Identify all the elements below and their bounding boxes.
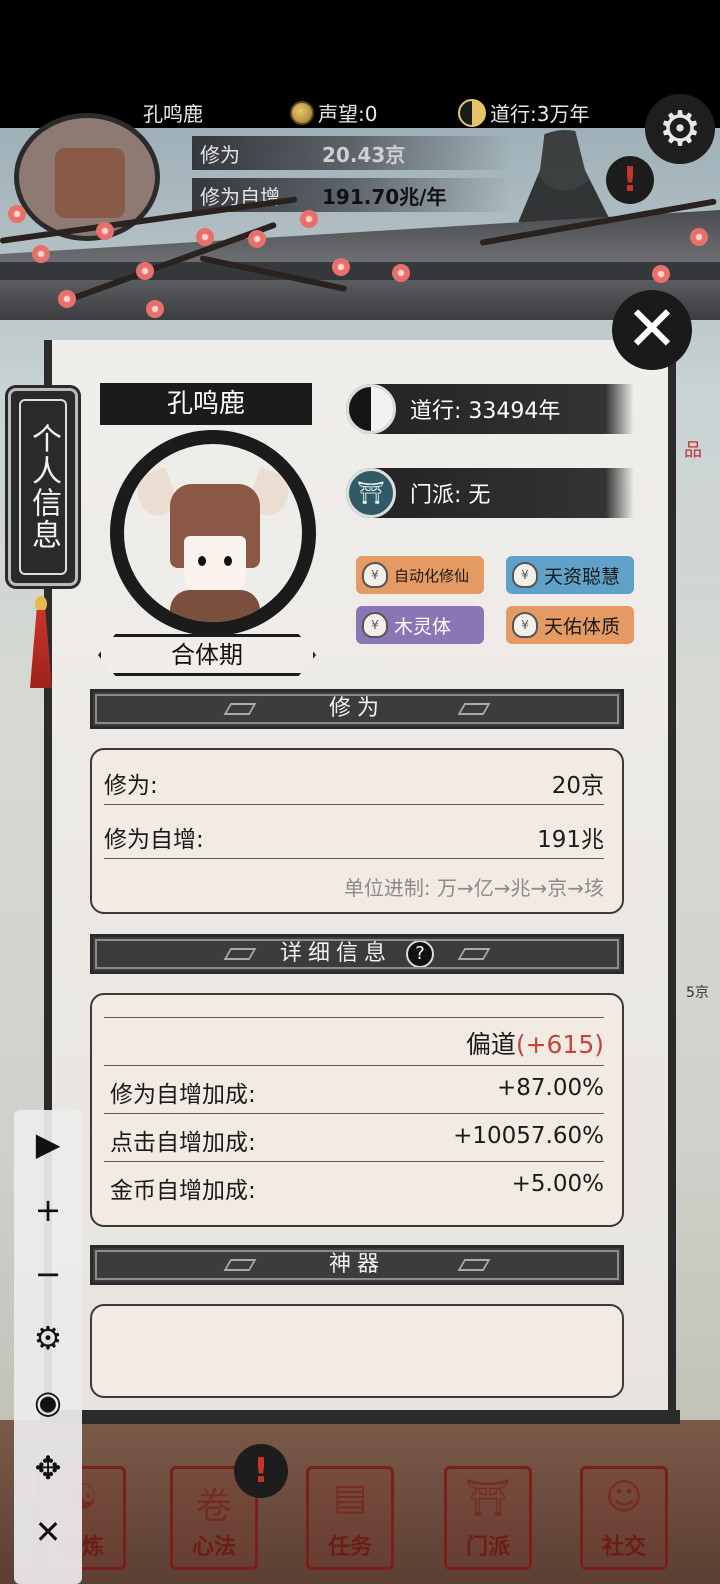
floating-toolbar: ▶ + − ⚙ ◉ ✥ ✕ — [14, 1110, 82, 1584]
bag-icon: ¥ — [512, 562, 538, 588]
trait-badge[interactable]: ¥ 天佑体质 — [506, 606, 634, 644]
exclamation-icon: ! — [253, 1451, 269, 1491]
bag-icon: ¥ — [362, 562, 388, 588]
tassel-knot — [35, 596, 47, 612]
gate-icon: ⛩ — [465, 1478, 511, 1519]
task-scroll-icon: ▤ — [332, 1477, 367, 1518]
section-title: 神器 — [328, 1252, 385, 1277]
nav-sect[interactable]: ⛩ 门派 — [444, 1466, 532, 1570]
daoxing-display: 道行:3万年 — [458, 98, 589, 127]
details-card: 偏道(+615) 修为自增加成: +87.00% 点击自增加成: +10057.… — [90, 993, 624, 1227]
row-label: 点击自增加成: — [110, 1130, 256, 1156]
row-label: 修为: — [104, 773, 158, 799]
cultivation-card: 修为: 20京 修为自增: 191兆 单位进制: 万→亿→兆→京→垓 — [90, 748, 624, 914]
path-name: 偏道 — [465, 1030, 516, 1059]
bag-icon: ¥ — [362, 612, 388, 638]
bonus-row: 点击自增加成: +10057.60% — [110, 1123, 604, 1157]
nav-label: 心法 — [191, 1535, 236, 1560]
sect-bar: ⛩ 门派: 无 — [346, 468, 634, 518]
trait-label: 自动化修仙 — [394, 566, 470, 585]
unit-note: 单位进制: 万→亿→兆→京→垓 — [104, 872, 604, 901]
settings-button[interactable]: ⚙ — [645, 94, 715, 164]
bag-icon: ¥ — [512, 612, 538, 638]
daoxing-bar: 道行: 33494年 — [346, 384, 634, 434]
roof-ridge — [0, 262, 720, 280]
path-bonus: (+615) — [515, 1030, 604, 1059]
daoxing-value: 道行: 33494年 — [410, 399, 561, 424]
nav-label: 社交 — [601, 1535, 646, 1560]
row-label: 金币自增加成: — [110, 1178, 256, 1204]
row-value: +10057.60% — [453, 1123, 604, 1149]
trait-label: 天资聪慧 — [544, 565, 621, 588]
close-panel-button[interactable]: ✕ — [612, 290, 692, 370]
play-icon[interactable]: ▶ — [14, 1114, 82, 1174]
row-value: +5.00% — [511, 1171, 604, 1197]
reputation-display: 声望:0 — [290, 98, 377, 127]
section-header-artifact: 神器 — [90, 1245, 624, 1285]
exclamation-icon: ! — [622, 160, 638, 200]
player-name: 孔鸣鹿 — [143, 102, 203, 126]
people-icon: ☺ — [605, 1477, 643, 1518]
trait-label: 木灵体 — [394, 615, 452, 638]
trait-label: 天佑体质 — [544, 615, 621, 638]
alert-button[interactable]: ! — [606, 156, 654, 204]
section-title: 修为 — [328, 696, 385, 721]
row-label: 修为自增加成: — [110, 1082, 256, 1108]
row-label: 修为自增: — [104, 827, 204, 853]
unit-note-text: 单位进制: 万→亿→兆→京→垓 — [343, 876, 604, 900]
tab-personal-info[interactable]: 个人信息 — [8, 388, 78, 586]
row-value: +87.00% — [497, 1075, 604, 1101]
sect-value: 门派: 无 — [410, 483, 491, 508]
hud-cultivation-row: 修为 20.43京 — [192, 136, 512, 170]
edge-text: 品 — [684, 440, 702, 461]
yin-yang-icon — [346, 384, 396, 434]
realm-badge: 合体期 — [98, 634, 316, 676]
close-icon[interactable]: ✕ — [14, 1502, 82, 1562]
move-icon[interactable]: ✥ — [14, 1438, 82, 1498]
cultivation-row: 修为: 20京 — [104, 766, 604, 800]
close-icon: ✕ — [626, 292, 678, 365]
sect-gate-icon: ⛩ — [346, 468, 396, 518]
trait-badge[interactable]: ¥ 自动化修仙 — [356, 556, 484, 594]
nav-social[interactable]: ☺ 社交 — [580, 1466, 668, 1570]
help-icon[interactable]: ? — [406, 940, 434, 968]
nav-alert-badge: ! — [234, 1444, 288, 1498]
row-value: 191兆 — [537, 827, 604, 853]
path-row: 偏道(+615) — [104, 1025, 604, 1061]
section-title: 详细信息 — [279, 941, 392, 966]
hud-cultivation-label: 修为 — [200, 142, 240, 167]
section-header-details: 详细信息? — [90, 934, 624, 974]
tab-personal-info-label: 个人信息 — [19, 399, 67, 575]
trait-badge[interactable]: ¥ 天资聪慧 — [506, 556, 634, 594]
reputation-text: 声望:0 — [318, 102, 378, 126]
hud-cultivation-value: 20.43京 — [322, 142, 406, 167]
section-header-cultivation: 修为 — [90, 689, 624, 729]
plus-icon[interactable]: + — [14, 1180, 82, 1240]
row-value: 20京 — [551, 773, 604, 799]
minus-icon[interactable]: − — [14, 1244, 82, 1304]
bonus-row: 金币自增加成: +5.00% — [110, 1171, 604, 1205]
character-name: 孔鸣鹿 — [100, 383, 312, 425]
coin-icon — [290, 100, 314, 125]
nav-tasks[interactable]: ▤ 任务 — [306, 1466, 394, 1570]
character-portrait — [110, 430, 316, 636]
eye-icon[interactable]: ◉ — [14, 1372, 82, 1432]
trait-badge[interactable]: ¥ 木灵体 — [356, 606, 484, 644]
hud-auto-value: 191.70兆/年 — [322, 184, 447, 209]
panel-bottom-rod — [40, 1410, 680, 1424]
gear-icon[interactable]: ⚙ — [14, 1308, 82, 1368]
yin-yang-icon — [458, 98, 486, 127]
edge-text: 5京 — [686, 985, 709, 1001]
cultivation-row: 修为自增: 191兆 — [104, 820, 604, 854]
artifact-card — [90, 1304, 624, 1398]
daoxing-text: 道行:3万年 — [490, 102, 590, 126]
nav-label: 任务 — [327, 1535, 372, 1560]
nav-label: 门派 — [465, 1535, 510, 1560]
bonus-row: 修为自增加成: +87.00% — [110, 1075, 604, 1109]
gear-icon: ⚙ — [658, 101, 702, 157]
